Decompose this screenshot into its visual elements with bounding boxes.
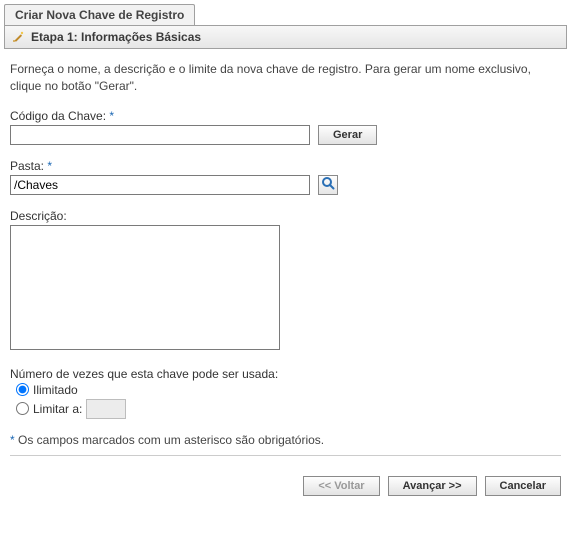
search-icon — [321, 176, 335, 193]
intro-text: Forneça o nome, a descrição e o limite d… — [10, 61, 561, 95]
cancel-button[interactable]: Cancelar — [485, 476, 561, 496]
folder-label: Pasta: * — [10, 159, 561, 173]
code-label: Código da Chave: * — [10, 109, 561, 123]
divider — [10, 455, 561, 456]
radio-limit-label: Limitar a: — [33, 402, 82, 416]
tab-create-key[interactable]: Criar Nova Chave de Registro — [4, 4, 195, 25]
usage-label: Número de vezes que esta chave pode ser … — [10, 367, 561, 381]
browse-folder-button[interactable] — [318, 175, 338, 195]
tab-label: Criar Nova Chave de Registro — [15, 8, 184, 22]
radio-limit[interactable] — [16, 402, 29, 415]
required-marker: * — [47, 159, 52, 173]
required-marker: * — [109, 109, 114, 123]
radio-unlimited-label: Ilimitado — [33, 383, 78, 397]
footer-buttons: << Voltar Avançar >> Cancelar — [0, 476, 571, 506]
step-title: Etapa 1: Informações Básicas — [31, 30, 201, 44]
required-footnote: * Os campos marcados com um asterisco sã… — [10, 433, 561, 447]
desc-label: Descrição: — [10, 209, 561, 223]
folder-input[interactable] — [10, 175, 310, 195]
generate-button[interactable]: Gerar — [318, 125, 377, 145]
code-input[interactable] — [10, 125, 310, 145]
description-textarea[interactable] — [10, 225, 280, 350]
back-button: << Voltar — [303, 476, 379, 496]
wizard-icon — [11, 30, 25, 44]
step-bar: Etapa 1: Informações Básicas — [4, 25, 567, 49]
limit-input[interactable] — [86, 399, 126, 419]
next-button[interactable]: Avançar >> — [388, 476, 477, 496]
radio-unlimited[interactable] — [16, 383, 29, 396]
